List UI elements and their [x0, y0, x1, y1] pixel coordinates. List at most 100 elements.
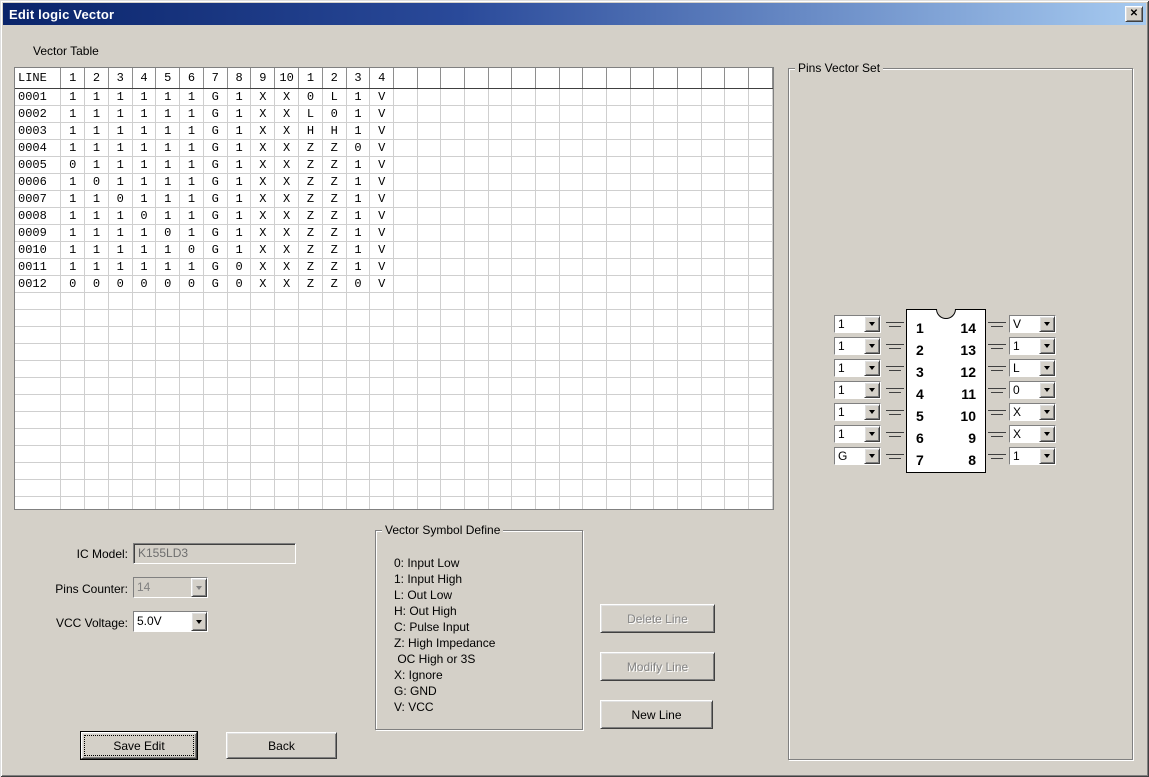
vector-cell[interactable]: 0	[227, 258, 252, 276]
vector-cell[interactable]: Z	[298, 190, 323, 208]
vector-cell[interactable]: 1	[132, 224, 157, 242]
vector-cell[interactable]: V	[369, 275, 395, 293]
vector-cell[interactable]: 1	[179, 224, 204, 242]
vector-cell[interactable]: X	[274, 275, 300, 293]
vector-cell[interactable]: 1	[132, 241, 157, 259]
vector-cell[interactable]: 1	[132, 190, 157, 208]
line-number-cell[interactable]: 0001	[15, 88, 62, 106]
table-row[interactable]: 0002 1 1 1 1 1 1 G 1 X X L 0 1 V	[15, 105, 773, 123]
vector-cell[interactable]: 1	[155, 156, 181, 174]
vector-cell[interactable]: X	[274, 207, 300, 225]
delete-line-button[interactable]: Delete Line	[600, 604, 715, 633]
vector-cell[interactable]: X	[250, 224, 276, 242]
vector-cell[interactable]: Z	[322, 190, 347, 208]
vector-cell[interactable]: 1	[346, 207, 371, 225]
table-row[interactable]: 0011 1 1 1 1 1 1 G 0 X X Z Z 1 V	[15, 258, 773, 276]
line-number-cell[interactable]: 0005	[15, 156, 62, 174]
vector-cell[interactable]: 1	[155, 105, 181, 123]
vector-cell[interactable]: X	[250, 207, 276, 225]
line-number-cell[interactable]: 0007	[15, 190, 62, 208]
vector-cell[interactable]: 0	[108, 190, 133, 208]
vector-cell[interactable]: 1	[60, 88, 86, 106]
vector-cell[interactable]: 1	[60, 241, 86, 259]
vector-cell[interactable]: 1	[108, 105, 133, 123]
vector-cell[interactable]: X	[250, 173, 276, 191]
table-row[interactable]: 0005 0 1 1 1 1 1 G 1 X X Z Z 1 V	[15, 156, 773, 174]
pin-3-combo-dropdown-button[interactable]	[864, 360, 880, 376]
vector-cell[interactable]: 1	[227, 88, 252, 106]
line-number-cell[interactable]: 0003	[15, 122, 62, 140]
vector-cell[interactable]: 1	[155, 122, 181, 140]
vector-cell[interactable]: 1	[84, 156, 109, 174]
line-number-cell[interactable]: 0012	[15, 275, 62, 293]
vector-cell[interactable]: 1	[84, 105, 109, 123]
vector-cell[interactable]: 1	[179, 258, 204, 276]
vector-cell[interactable]: Z	[298, 156, 323, 174]
vector-cell[interactable]: L	[298, 105, 323, 123]
pin-12-combo-dropdown-button[interactable]	[1039, 360, 1055, 376]
vector-cell[interactable]: 1	[155, 88, 181, 106]
vector-cell[interactable]: 1	[108, 258, 133, 276]
vector-cell[interactable]: 0	[322, 105, 347, 123]
vector-cell[interactable]: Z	[298, 139, 323, 157]
vector-cell[interactable]: Z	[322, 139, 347, 157]
vector-cell[interactable]: Z	[322, 156, 347, 174]
pin-14-combo[interactable]: V	[1009, 315, 1056, 333]
vector-cell[interactable]: V	[369, 88, 395, 106]
vector-cell[interactable]: X	[274, 105, 300, 123]
pin-4-combo-dropdown-button[interactable]	[864, 382, 880, 398]
vector-cell[interactable]: 1	[179, 139, 204, 157]
vector-cell[interactable]: H	[322, 122, 347, 140]
vector-cell[interactable]: 1	[179, 105, 204, 123]
vector-cell[interactable]: 1	[108, 139, 133, 157]
vector-cell[interactable]: 1	[155, 241, 181, 259]
vector-cell[interactable]: X	[274, 224, 300, 242]
vector-cell[interactable]: X	[250, 258, 276, 276]
vector-cell[interactable]: 0	[84, 173, 109, 191]
vcc-voltage-dropdown-button[interactable]	[191, 612, 207, 631]
pin-13-combo-dropdown-button[interactable]	[1039, 338, 1055, 354]
line-number-cell[interactable]: 0011	[15, 258, 62, 276]
pins-counter-combo[interactable]: 14	[133, 577, 208, 598]
vector-cell[interactable]: 1	[84, 241, 109, 259]
back-button[interactable]: Back	[226, 732, 337, 759]
vector-cell[interactable]: 0	[60, 275, 86, 293]
vector-cell[interactable]: 1	[108, 88, 133, 106]
vector-cell[interactable]: X	[274, 122, 300, 140]
pin-1-combo-dropdown-button[interactable]	[864, 316, 880, 332]
vector-cell[interactable]: 1	[84, 207, 109, 225]
vector-cell[interactable]: G	[203, 241, 228, 259]
vector-cell[interactable]: V	[369, 105, 395, 123]
vector-cell[interactable]: 1	[132, 139, 157, 157]
vector-cell[interactable]: X	[274, 241, 300, 259]
pin-9-combo-dropdown-button[interactable]	[1039, 426, 1055, 442]
vector-cell[interactable]: X	[250, 88, 276, 106]
vector-cell[interactable]: 1	[132, 122, 157, 140]
vector-cell[interactable]: G	[203, 258, 228, 276]
vector-cell[interactable]: G	[203, 139, 228, 157]
vector-cell[interactable]: 1	[84, 190, 109, 208]
vector-cell[interactable]: 0	[155, 224, 181, 242]
vector-cell[interactable]: 1	[84, 122, 109, 140]
vector-cell[interactable]: 1	[84, 139, 109, 157]
vector-cell[interactable]: G	[203, 88, 228, 106]
vector-cell[interactable]: 1	[108, 207, 133, 225]
vector-cell[interactable]: 0	[60, 156, 86, 174]
line-number-cell[interactable]: 0004	[15, 139, 62, 157]
vector-cell[interactable]: X	[250, 105, 276, 123]
vector-cell[interactable]: 1	[227, 207, 252, 225]
vector-cell[interactable]: 0	[108, 275, 133, 293]
pin-3-combo[interactable]: 1	[834, 359, 881, 377]
ic-model-input[interactable]: K155LD3	[133, 543, 296, 564]
vector-cell[interactable]: 1	[227, 241, 252, 259]
pin-4-combo[interactable]: 1	[834, 381, 881, 399]
vector-cell[interactable]: Z	[298, 241, 323, 259]
pin-6-combo-dropdown-button[interactable]	[864, 426, 880, 442]
close-button[interactable]: ✕	[1125, 6, 1143, 22]
pin-11-combo-dropdown-button[interactable]	[1039, 382, 1055, 398]
vector-cell[interactable]: 1	[179, 88, 204, 106]
vector-cell[interactable]: Z	[322, 258, 347, 276]
line-number-cell[interactable]: 0010	[15, 241, 62, 259]
table-row[interactable]: 0010 1 1 1 1 1 0 G 1 X X Z Z 1 V	[15, 241, 773, 259]
vector-cell[interactable]: G	[203, 173, 228, 191]
